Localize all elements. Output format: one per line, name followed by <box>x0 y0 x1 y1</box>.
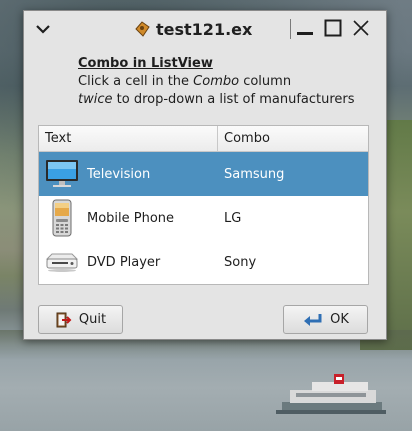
row-text: Mobile Phone <box>87 210 175 226</box>
list-header: Text Combo <box>39 126 368 152</box>
minimize-button[interactable] <box>294 17 316 39</box>
mobile-phone-icon <box>39 196 85 240</box>
text-cell[interactable]: DVD Player <box>39 240 218 284</box>
dialog-window: test121.ex Combo in ListView Click a cel… <box>23 10 387 340</box>
chevron-down-icon <box>36 25 50 34</box>
boat-image <box>276 374 386 414</box>
description-line-1-suffix: column <box>239 74 292 89</box>
close-icon <box>353 20 369 36</box>
column-header-text[interactable]: Text <box>39 126 218 151</box>
close-button[interactable] <box>350 17 372 39</box>
maximize-icon <box>324 19 342 37</box>
list-row-television[interactable]: Television Samsung <box>39 152 368 196</box>
combo-cell[interactable]: Samsung <box>218 167 284 182</box>
text-cell[interactable]: Mobile Phone <box>39 196 218 240</box>
ok-button[interactable]: OK <box>283 305 368 334</box>
title-separator <box>290 19 291 39</box>
title-area: test121.ex <box>134 17 252 41</box>
list-row-mobile-phone[interactable]: Mobile Phone LG <box>39 196 368 240</box>
description-line-2: twice to drop-down a list of manufacture… <box>78 91 355 109</box>
ok-button-label: OK <box>330 312 349 327</box>
quit-button[interactable]: Quit <box>38 305 123 334</box>
dialog-content: Combo in ListView Click a cell in the Co… <box>24 47 386 339</box>
description-line-1-prefix: Click a cell in the <box>78 74 194 89</box>
window-menu-button[interactable] <box>32 19 54 39</box>
list-row-dvd-player[interactable]: DVD Player Sony <box>39 240 368 284</box>
description-line-2-emphasis: twice <box>78 92 113 107</box>
minimize-icon <box>297 32 313 35</box>
dvd-player-icon <box>39 240 85 284</box>
window-title: test121.ex <box>156 19 253 39</box>
list-view[interactable]: Text Combo Television Samsung Mobile Pho… <box>38 125 369 285</box>
enter-arrow-icon <box>304 313 322 326</box>
maximize-button[interactable] <box>322 17 344 39</box>
exit-door-icon <box>56 312 72 327</box>
title-bar[interactable]: test121.ex <box>24 11 386 47</box>
app-icon <box>135 21 150 37</box>
quit-button-label: Quit <box>78 312 107 327</box>
column-header-combo[interactable]: Combo <box>218 126 368 151</box>
description-heading: Combo in ListView <box>78 56 213 71</box>
description-line-2-suffix: to drop-down a list of manufacturers <box>112 92 355 107</box>
description-line-1: Click a cell in the Combo column <box>78 73 355 91</box>
television-icon <box>39 152 85 196</box>
combo-cell[interactable]: Sony <box>218 255 256 270</box>
row-text: DVD Player <box>87 254 161 270</box>
description-line-1-emphasis: Combo <box>193 74 240 89</box>
row-text: Television <box>87 166 151 182</box>
description-text: Combo in ListView Click a cell in the Co… <box>78 55 355 109</box>
text-cell[interactable]: Television <box>39 152 218 196</box>
combo-cell[interactable]: LG <box>218 211 241 226</box>
